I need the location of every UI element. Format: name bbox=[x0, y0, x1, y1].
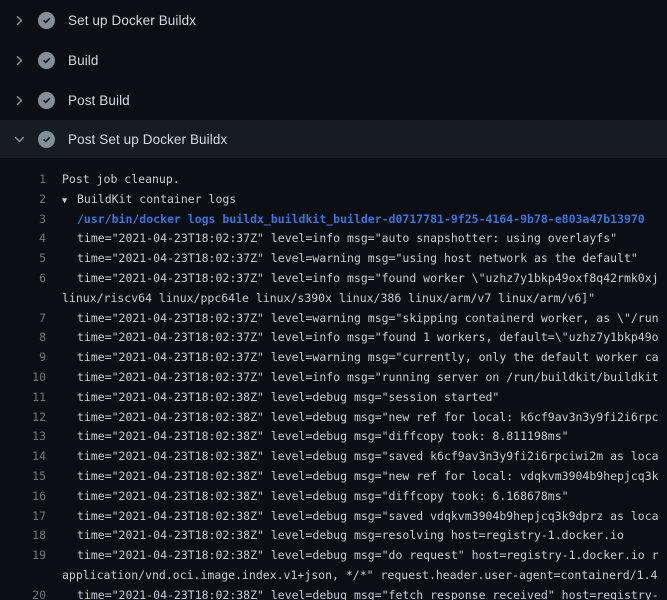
step-header-post-setup-docker-buildx[interactable]: Post Set up Docker Buildx bbox=[0, 120, 667, 158]
log-row: 1 Post job cleanup. bbox=[0, 170, 667, 190]
log-text: time="2021-04-23T18:02:37Z" level=info m… bbox=[77, 269, 659, 289]
log-text: time="2021-04-23T18:02:38Z" level=debug … bbox=[77, 447, 659, 467]
log-text: time="2021-04-23T18:02:38Z" level=debug … bbox=[77, 586, 659, 600]
check-circle-icon bbox=[38, 12, 55, 29]
check-circle-icon bbox=[38, 131, 55, 148]
log-row: 10 time="2021-04-23T18:02:37Z" level=info… bbox=[0, 368, 667, 388]
step-label: Set up Docker Buildx bbox=[68, 13, 196, 28]
line-number[interactable]: 18 bbox=[0, 526, 46, 546]
log-row: 15 time="2021-04-23T18:02:38Z" level=debu… bbox=[0, 467, 667, 487]
group-collapse-icon[interactable]: ▼ bbox=[62, 192, 77, 210]
log-row: 9 time="2021-04-23T18:02:37Z" level=warni… bbox=[0, 348, 667, 368]
chevron-down-icon bbox=[13, 133, 26, 146]
log-row: 19 time="2021-04-23T18:02:38Z" level=debu… bbox=[0, 546, 667, 566]
line-number[interactable]: 17 bbox=[0, 507, 46, 527]
step-header-setup-docker-buildx[interactable]: Set up Docker Buildx bbox=[0, 0, 667, 40]
line-number[interactable]: 20 bbox=[0, 586, 46, 600]
log-row: 16 time="2021-04-23T18:02:38Z" level=debu… bbox=[0, 487, 667, 507]
log-row: 6 time="2021-04-23T18:02:37Z" level=info … bbox=[0, 269, 667, 289]
line-number[interactable]: 11 bbox=[0, 388, 46, 408]
chevron-right-icon bbox=[13, 94, 26, 107]
chevron-right-icon bbox=[13, 54, 26, 67]
log-row: 20 time="2021-04-23T18:02:38Z" level=debu… bbox=[0, 586, 667, 600]
log-text: time="2021-04-23T18:02:38Z" level=debug … bbox=[77, 526, 624, 546]
log-text: time="2021-04-23T18:02:38Z" level=debug … bbox=[77, 427, 569, 447]
line-number[interactable]: 1 bbox=[0, 170, 46, 190]
log-row: 5 time="2021-04-23T18:02:37Z" level=warni… bbox=[0, 249, 667, 269]
line-number[interactable]: 3 bbox=[0, 210, 46, 230]
step-label: Post Build bbox=[68, 93, 130, 108]
log-row: 2 ▼BuildKit container logs bbox=[0, 190, 667, 210]
log-row: 3/usr/bin/docker logs buildx_buildkit_bu… bbox=[0, 210, 667, 230]
log-text: application/vnd.oci.image.index.v1+json,… bbox=[62, 566, 657, 586]
log-command-text: /usr/bin/docker logs buildx_buildkit_bui… bbox=[77, 210, 645, 230]
log-text: linux/riscv64 linux/ppc64le linux/s390x … bbox=[62, 289, 595, 309]
log-text: time="2021-04-23T18:02:38Z" level=debug … bbox=[77, 467, 659, 487]
line-number bbox=[0, 566, 46, 586]
log-row: 18 time="2021-04-23T18:02:38Z" level=debu… bbox=[0, 526, 667, 546]
log-text: time="2021-04-23T18:02:37Z" level=warnin… bbox=[77, 348, 659, 368]
line-number[interactable]: 2 bbox=[0, 190, 46, 210]
line-number[interactable]: 14 bbox=[0, 447, 46, 467]
log-row-continuation: linux/riscv64 linux/ppc64le linux/s390x … bbox=[0, 289, 667, 309]
chevron-right-icon bbox=[13, 14, 26, 27]
line-number[interactable]: 9 bbox=[0, 348, 46, 368]
log-text: time="2021-04-23T18:02:38Z" level=debug … bbox=[77, 487, 569, 507]
line-number[interactable]: 10 bbox=[0, 368, 46, 388]
log-text: Post job cleanup. bbox=[62, 170, 180, 190]
log-row: 4 time="2021-04-23T18:02:37Z" level=info … bbox=[0, 229, 667, 249]
step-header-build[interactable]: Build bbox=[0, 40, 667, 80]
line-number[interactable]: 7 bbox=[0, 309, 46, 329]
log-text: time="2021-04-23T18:02:37Z" level=info m… bbox=[77, 368, 659, 388]
step-label: Post Set up Docker Buildx bbox=[68, 132, 227, 147]
log-text: time="2021-04-23T18:02:38Z" level=debug … bbox=[77, 507, 659, 527]
line-number[interactable]: 4 bbox=[0, 229, 46, 249]
log-row: 11 time="2021-04-23T18:02:38Z" level=debu… bbox=[0, 388, 667, 408]
log-row: 12 time="2021-04-23T18:02:38Z" level=debu… bbox=[0, 408, 667, 428]
line-number[interactable]: 6 bbox=[0, 269, 46, 289]
log-row: 7 time="2021-04-23T18:02:37Z" level=warni… bbox=[0, 309, 667, 329]
job-log-viewer: Set up Docker Buildx Build Post Build Po… bbox=[0, 0, 667, 600]
line-number[interactable]: 16 bbox=[0, 487, 46, 507]
line-number[interactable]: 8 bbox=[0, 328, 46, 348]
line-number[interactable]: 19 bbox=[0, 546, 46, 566]
check-circle-icon bbox=[38, 92, 55, 109]
line-number[interactable]: 12 bbox=[0, 408, 46, 428]
log-text: time="2021-04-23T18:02:37Z" level=info m… bbox=[77, 328, 659, 348]
line-number[interactable]: 5 bbox=[0, 249, 46, 269]
log-text: ▼BuildKit container logs bbox=[62, 190, 236, 210]
check-circle-icon bbox=[38, 52, 55, 69]
line-number[interactable]: 13 bbox=[0, 427, 46, 447]
log-text: time="2021-04-23T18:02:37Z" level=info m… bbox=[77, 229, 617, 249]
log-text: time="2021-04-23T18:02:37Z" level=warnin… bbox=[77, 249, 638, 269]
log-text: time="2021-04-23T18:02:38Z" level=debug … bbox=[77, 546, 659, 566]
log-row-continuation: application/vnd.oci.image.index.v1+json,… bbox=[0, 566, 667, 586]
line-number[interactable]: 15 bbox=[0, 467, 46, 487]
log-text: time="2021-04-23T18:02:38Z" level=debug … bbox=[77, 388, 499, 408]
log-row: 14 time="2021-04-23T18:02:38Z" level=debu… bbox=[0, 447, 667, 467]
step-header-post-build[interactable]: Post Build bbox=[0, 80, 667, 120]
log-row: 13 time="2021-04-23T18:02:38Z" level=debu… bbox=[0, 427, 667, 447]
log-lines: 1 Post job cleanup. 2 ▼BuildKit container l… bbox=[0, 158, 667, 600]
log-text: time="2021-04-23T18:02:37Z" level=warnin… bbox=[77, 309, 659, 329]
log-text: time="2021-04-23T18:02:38Z" level=debug … bbox=[77, 408, 659, 428]
line-number bbox=[0, 289, 46, 309]
log-row: 8 time="2021-04-23T18:02:37Z" level=info … bbox=[0, 328, 667, 348]
step-label: Build bbox=[68, 53, 99, 68]
log-row: 17 time="2021-04-23T18:02:38Z" level=debu… bbox=[0, 507, 667, 527]
